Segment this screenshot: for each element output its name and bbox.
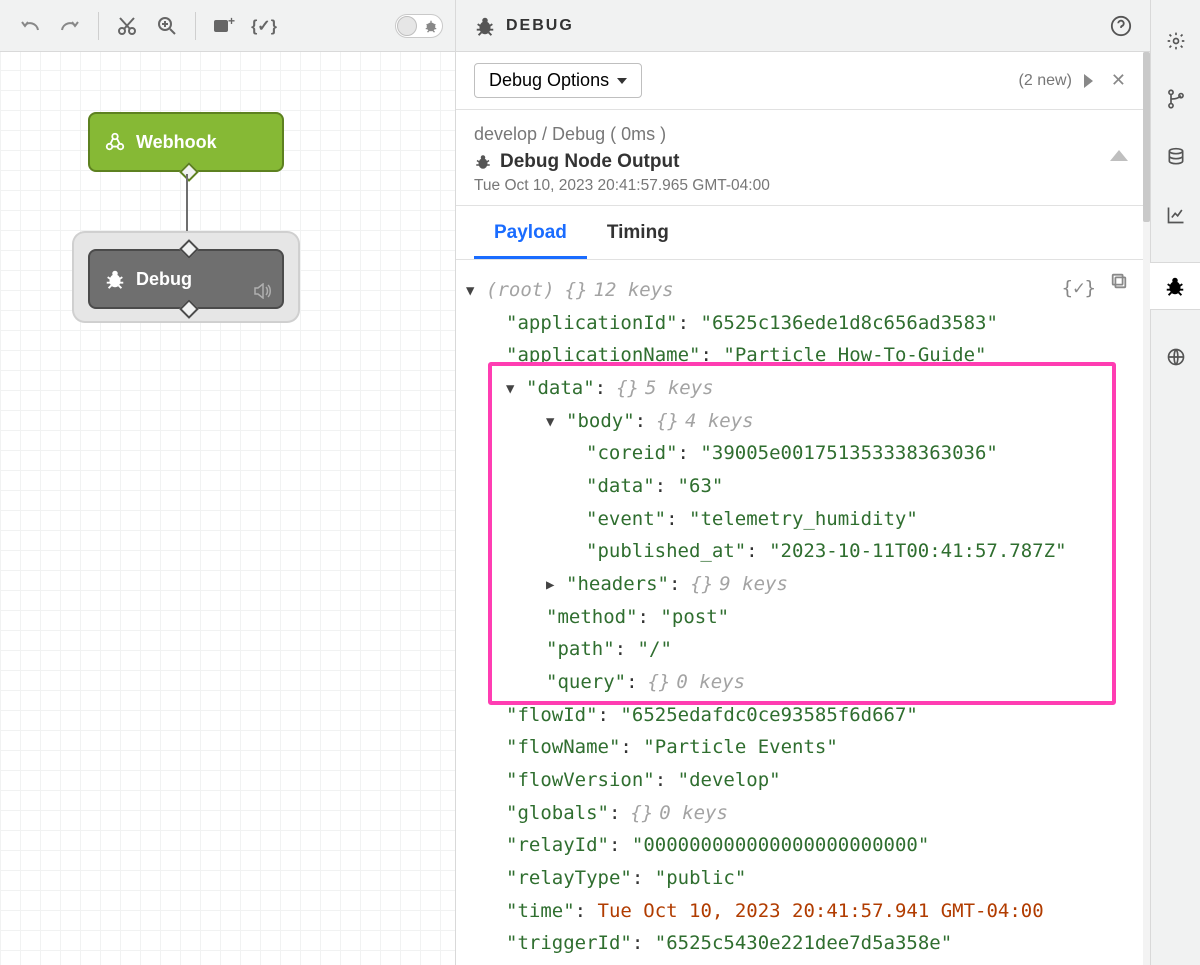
breadcrumb: develop / Debug ( 0ms ) — [474, 124, 1132, 145]
payload-tree[interactable]: {✓} (root){}12 keys "applicationId": "65… — [456, 260, 1150, 965]
tree-row[interactable]: "applicationName": "Particle How-To-Guid… — [466, 339, 1132, 372]
tree-row[interactable]: "flowName": "Particle Events" — [466, 731, 1132, 764]
chart-icon[interactable] — [1165, 204, 1187, 226]
workflow-canvas[interactable]: + {✓} Webhook Debug — [0, 0, 455, 965]
new-count-label: (2 new) — [1019, 72, 1072, 90]
debug-options-dropdown[interactable]: Debug Options — [474, 63, 642, 98]
tree-row[interactable]: "body":{}4 keys — [466, 405, 1132, 438]
debug-output-port[interactable] — [179, 299, 199, 319]
code-button[interactable]: {✓} — [246, 8, 282, 44]
tree-row[interactable]: "data":{}5 keys — [466, 372, 1132, 405]
right-rail — [1150, 0, 1200, 965]
debug-panel: DEBUG Debug Options (2 new) ✕ develop / … — [455, 0, 1150, 965]
add-node-button[interactable]: + — [206, 8, 242, 44]
scrollbar[interactable] — [1143, 52, 1150, 965]
debug-node-selection[interactable]: Debug — [73, 232, 299, 322]
debug-toggle[interactable] — [395, 14, 443, 38]
bug-icon — [474, 15, 496, 37]
tree-row[interactable]: "coreid": "39005e001751353338363036" — [466, 437, 1132, 470]
node-edge[interactable] — [186, 174, 188, 234]
tree-row[interactable]: "published_at": "2023-10-11T00:41:57.787… — [466, 535, 1132, 568]
tree-row[interactable]: "query":{}0 keys — [466, 666, 1132, 699]
tree-row[interactable]: "method": "post" — [466, 601, 1132, 634]
canvas-toolbar: + {✓} — [0, 0, 455, 52]
webhook-node-label: Webhook — [136, 132, 217, 153]
tree-row[interactable]: (root){}12 keys — [466, 274, 1132, 307]
tree-row[interactable]: "path": "/" — [466, 633, 1132, 666]
tree-row[interactable]: "data": "63" — [466, 470, 1132, 503]
debug-rail-icon[interactable] — [1150, 262, 1200, 310]
redo-button[interactable] — [52, 8, 88, 44]
branch-icon[interactable] — [1165, 88, 1187, 110]
tree-row[interactable]: "globals":{}0 keys — [466, 797, 1132, 830]
cut-button[interactable] — [109, 8, 145, 44]
debug-input-port[interactable] — [179, 239, 199, 259]
copy-icon[interactable] — [1110, 272, 1128, 290]
database-icon[interactable] — [1165, 146, 1187, 168]
gear-icon[interactable] — [1165, 30, 1187, 52]
next-icon[interactable] — [1084, 74, 1093, 88]
tree-row[interactable]: "headers":{}9 keys — [466, 568, 1132, 601]
tab-payload[interactable]: Payload — [474, 206, 587, 259]
wrap-icon[interactable]: {✓} — [1062, 272, 1096, 305]
tree-row[interactable]: "flowId": "6525edafdc0ce93585f6d667" — [466, 699, 1132, 732]
debug-meta: develop / Debug ( 0ms ) Debug Node Outpu… — [456, 110, 1150, 206]
undo-button[interactable] — [12, 8, 48, 44]
collapse-icon[interactable] — [1110, 150, 1128, 161]
tree-row[interactable]: "time": Tue Oct 10, 2023 20:41:57.941 GM… — [466, 895, 1132, 928]
bug-icon — [474, 153, 492, 171]
svg-text:+: + — [228, 17, 235, 28]
tab-timing[interactable]: Timing — [587, 206, 689, 259]
debug-node-label: Debug — [136, 269, 192, 290]
node-output-label: Debug Node Output — [500, 151, 679, 173]
help-icon[interactable] — [1110, 15, 1132, 37]
tree-row[interactable]: "applicationId": "6525c136ede1d8c656ad35… — [466, 307, 1132, 340]
debug-node[interactable]: Debug — [88, 249, 284, 309]
debug-tabs: Payload Timing — [456, 206, 1150, 260]
debug-options-label: Debug Options — [489, 70, 609, 91]
tree-row[interactable]: "event": "telemetry_humidity" — [466, 503, 1132, 536]
tree-row[interactable]: "relayId": "000000000000000000000000" — [466, 829, 1132, 862]
tree-row[interactable]: "triggerId": "6525c5430e221dee7d5a358e" — [466, 927, 1132, 960]
debug-options-row: Debug Options (2 new) ✕ — [456, 52, 1150, 110]
webhook-output-port[interactable] — [179, 162, 199, 182]
close-icon[interactable]: ✕ — [1105, 64, 1132, 97]
tree-row[interactable]: "flowVersion": "develop" — [466, 764, 1132, 797]
debug-panel-title: DEBUG — [506, 17, 574, 35]
sound-icon — [254, 283, 272, 299]
debug-panel-header: DEBUG — [456, 0, 1150, 52]
chevron-down-icon — [617, 78, 627, 84]
debug-timestamp: Tue Oct 10, 2023 20:41:57.965 GMT-04:00 — [474, 177, 1132, 195]
zoom-button[interactable] — [149, 8, 185, 44]
webhook-node[interactable]: Webhook — [88, 112, 284, 172]
globe-icon[interactable] — [1165, 346, 1187, 368]
tree-row[interactable]: "relayType": "public" — [466, 862, 1132, 895]
